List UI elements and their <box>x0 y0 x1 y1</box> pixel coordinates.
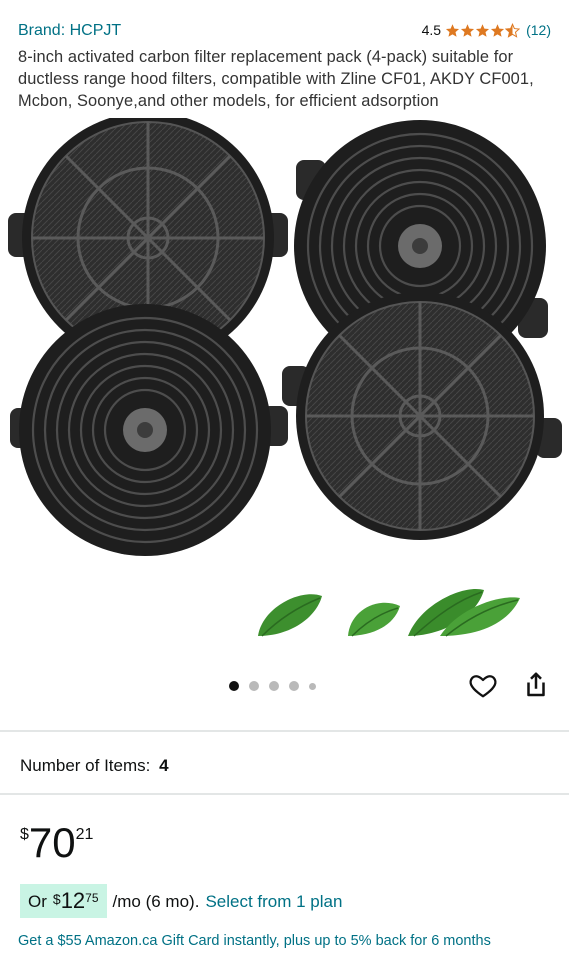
star-icon <box>461 23 475 37</box>
variation-selector[interactable]: Number of Items: 4 <box>20 756 169 776</box>
star-icon <box>491 23 505 37</box>
star-icon <box>446 23 460 37</box>
heart-icon <box>469 675 497 698</box>
carousel-dot[interactable] <box>249 681 259 691</box>
carousel-dot[interactable] <box>289 681 299 691</box>
giftcard-promo-link[interactable]: Get a $55 Amazon.ca Gift Card instantly,… <box>18 933 491 949</box>
half-star-icon <box>505 22 521 38</box>
star-icon <box>476 23 490 37</box>
brand-link[interactable]: Brand: HCPJT <box>18 22 121 40</box>
review-count-link[interactable]: (12) <box>526 22 551 38</box>
variation-value: 4 <box>159 756 169 775</box>
divider <box>0 730 569 732</box>
price-fraction: 21 <box>75 826 94 843</box>
filter-image-3 <box>10 304 288 556</box>
variation-label: Number of Items: <box>20 756 151 775</box>
price: $ 70 21 <box>20 820 93 870</box>
divider <box>0 793 569 795</box>
price-symbol: $ <box>20 826 29 843</box>
monthly-term: /mo (6 mo). <box>112 892 200 911</box>
product-title: 8-inch activated carbon filter replaceme… <box>18 48 534 110</box>
monthly-price-badge: Or $ 12 75 <box>20 884 107 918</box>
carousel-dot[interactable] <box>309 682 316 690</box>
share-button[interactable] <box>521 670 551 700</box>
select-plan-link[interactable]: Select from 1 plan <box>205 892 342 912</box>
monthly-whole: 12 <box>60 888 86 913</box>
rating-value: 4.5 <box>421 22 442 38</box>
star-rating <box>445 22 521 38</box>
product-image[interactable] <box>0 118 569 658</box>
carousel-dot[interactable] <box>229 681 239 691</box>
rating-summary[interactable]: 4.5 (12) <box>422 22 551 38</box>
share-icon <box>527 672 545 697</box>
wishlist-button[interactable] <box>468 670 498 700</box>
carousel-dot[interactable] <box>269 681 279 691</box>
product-header: Brand: HCPJT 4.5 (12) <box>18 22 551 44</box>
monthly-fraction: 75 <box>85 891 99 905</box>
monthly-prefix: Or <box>28 892 47 911</box>
leaves-decoration <box>258 588 520 637</box>
price-whole: 70 <box>28 819 76 866</box>
monthly-payment: Or $ 12 75 /mo (6 mo). Select from 1 pla… <box>20 884 342 918</box>
monthly-symbol: $ <box>52 891 61 907</box>
